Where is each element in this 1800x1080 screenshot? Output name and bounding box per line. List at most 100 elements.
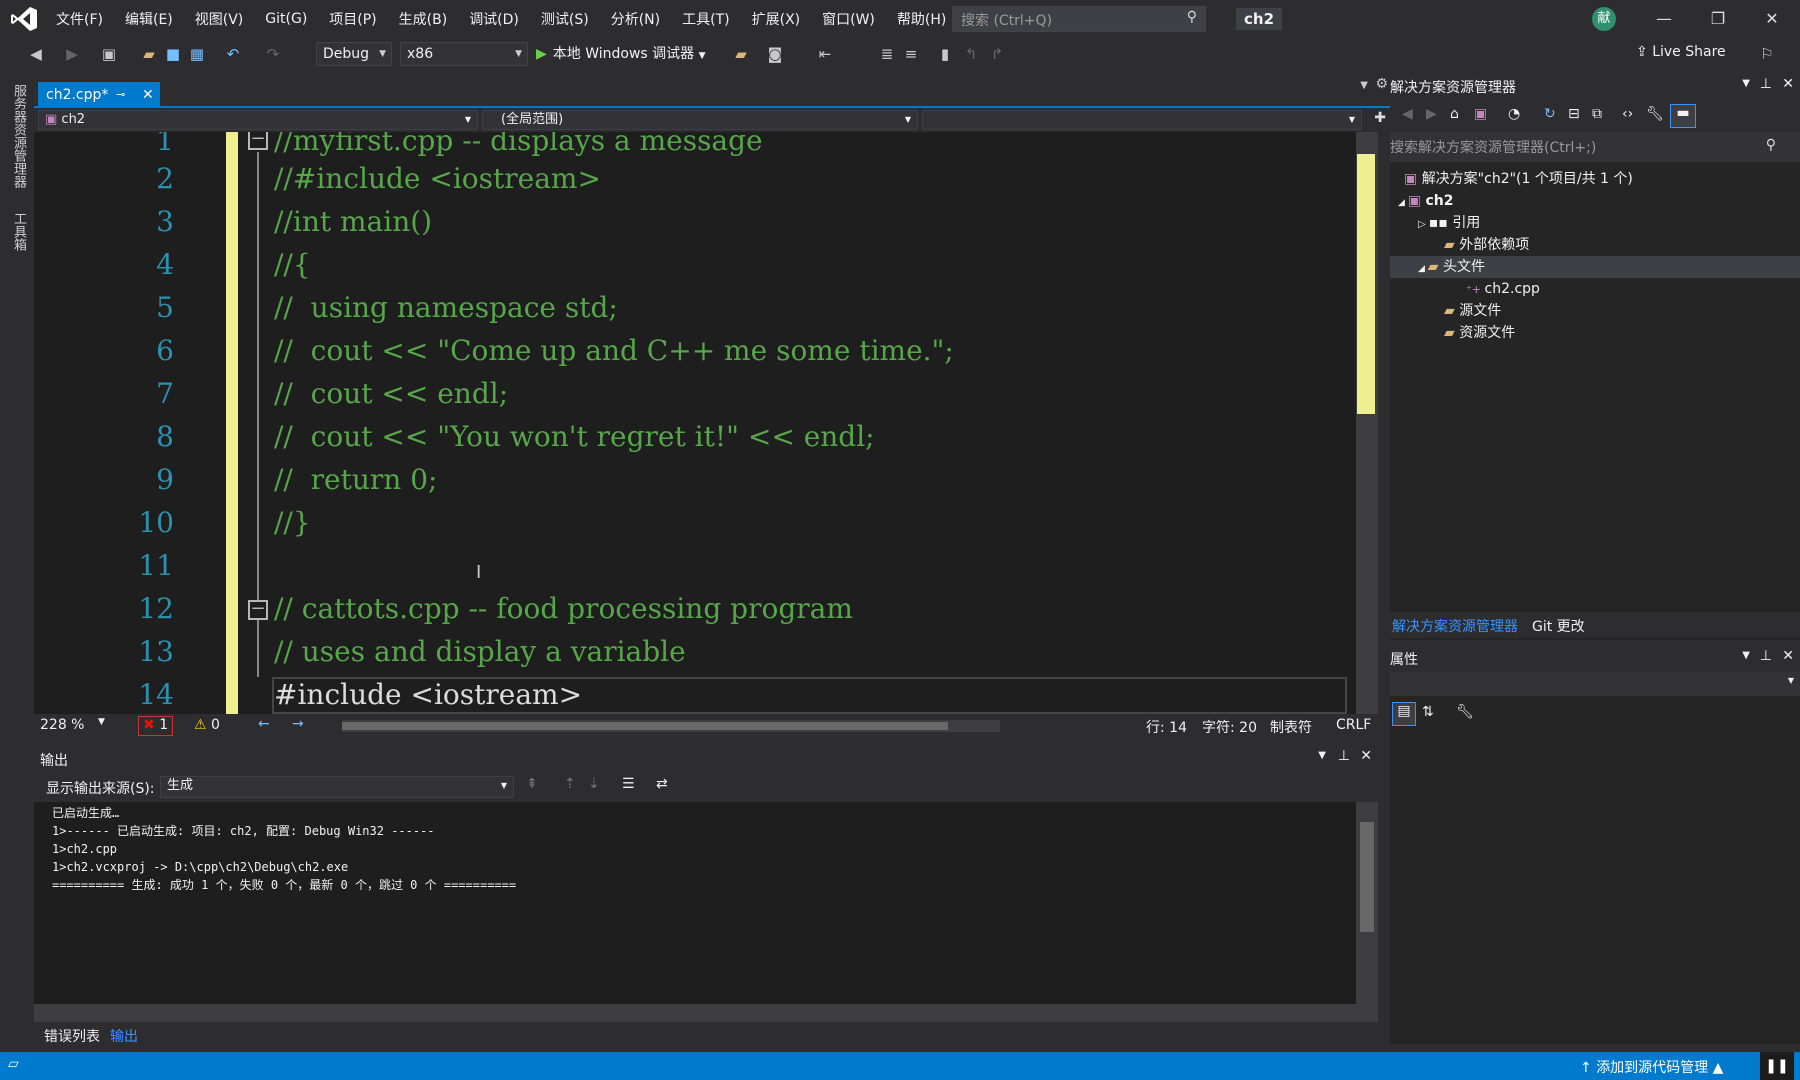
prev-bookmark-icon[interactable]: ↰ (960, 42, 982, 66)
start-debugging-button[interactable]: ▶ 本地 Windows 调试器 ▼ (536, 42, 706, 66)
step-icon[interactable]: ⇤ (814, 42, 836, 66)
tab-git-changes[interactable]: Git 更改 (1532, 616, 1585, 636)
collapse-icon[interactable]: − (248, 132, 268, 150)
zoom-level[interactable]: 228 % (40, 717, 84, 733)
new-project-icon[interactable]: ▣ (98, 42, 120, 66)
search-box[interactable]: 搜索 (Ctrl+Q) ⚲ (952, 6, 1206, 32)
scope-dropdown[interactable]: (全局范围) ▼ (482, 110, 918, 130)
feedback-icon[interactable]: ⚐ (1756, 42, 1778, 66)
visual-studio-logo-icon[interactable] (10, 6, 38, 32)
close-icon[interactable]: ✕ (1782, 76, 1794, 92)
menu-help[interactable]: 帮助(H) (886, 9, 957, 29)
switch-view-icon[interactable]: ▣ (1474, 106, 1487, 122)
close-icon[interactable]: ✕ (1360, 748, 1372, 764)
code-view-icon[interactable]: ‹› (1622, 106, 1633, 122)
tree-references[interactable]: ▷ ▪▪ 引用 (1418, 212, 1480, 234)
refresh-icon[interactable]: ↻ (1544, 106, 1556, 122)
menu-view[interactable]: 视图(V) (184, 9, 255, 29)
gear-icon[interactable]: ⚙ (1375, 76, 1388, 92)
chevron-down-icon[interactable]: ▼ (1742, 650, 1750, 661)
source-control-button[interactable]: ↑ 添加到源代码管理 ▲ (1580, 1057, 1723, 1077)
output-text[interactable]: 已启动生成… 1>------ 已启动生成: 项目: ch2, 配置: Debug… (34, 802, 1356, 1004)
forward-icon[interactable]: ▶ (1426, 106, 1437, 122)
comment-icon[interactable]: ≡ (900, 42, 922, 66)
pause-icon[interactable]: ❚❚ (1760, 1052, 1794, 1080)
restore-icon[interactable]: ❐ (1692, 4, 1744, 34)
menu-file[interactable]: 文件(F) (45, 9, 114, 29)
horizontal-scrollbar[interactable] (342, 720, 1000, 732)
tab-solution-explorer[interactable]: 解决方案资源管理器 (1392, 616, 1518, 636)
split-icon[interactable]: ✚ (1374, 110, 1386, 126)
close-icon[interactable]: ✕ (1746, 4, 1798, 34)
solution-search[interactable]: 搜索解决方案资源管理器(Ctrl+;) ⚲ (1390, 132, 1800, 162)
arrow-left-icon[interactable]: ← (258, 716, 270, 732)
scroll-thumb[interactable] (1357, 154, 1375, 414)
pin-icon[interactable]: ⊸ (116, 82, 125, 108)
tree-project[interactable]: ◢ ▣ ch2 (1398, 190, 1454, 212)
save-all-icon[interactable]: ▦ (186, 42, 208, 66)
back-icon[interactable]: ◀ (26, 42, 46, 66)
history-icon[interactable]: ◔ (1508, 106, 1520, 122)
collapse-all-icon[interactable]: ⊟ (1568, 106, 1580, 122)
tree-external-deps[interactable]: ▰ 外部依赖项 (1444, 234, 1529, 256)
home-icon[interactable]: ⌂ (1450, 106, 1459, 122)
menu-project[interactable]: 项目(P) (318, 9, 387, 29)
error-indicator[interactable]: ✖ 1 (138, 716, 174, 736)
close-icon[interactable]: ✕ (1782, 648, 1794, 664)
editor-vertical-scrollbar[interactable] (1356, 132, 1378, 714)
wrench-icon[interactable]: 🔧︎ (1646, 106, 1664, 122)
save-icon[interactable]: ■ (162, 42, 184, 66)
tree-header-files[interactable]: ◢ ▰ 头文件 (1390, 256, 1800, 278)
menu-test[interactable]: 测试(S) (530, 9, 600, 29)
tab-ch2-cpp[interactable]: ch2.cpp* ⊸ ✕ (38, 82, 160, 108)
screenshot-icon[interactable]: ◙ (764, 42, 786, 66)
menu-debug[interactable]: 调试(D) (458, 9, 530, 29)
output-source-dropdown[interactable]: 生成 ▼ (160, 776, 514, 798)
chevron-down-icon[interactable]: ▼ (1360, 80, 1368, 91)
pin-icon[interactable]: ⊥ (1760, 76, 1772, 92)
menu-analyze[interactable]: 分析(N) (600, 9, 671, 29)
scroll-thumb[interactable] (342, 722, 948, 730)
config-dropdown[interactable]: Debug ▼ (316, 42, 392, 66)
bookmark-icon[interactable]: ▮ (934, 42, 956, 66)
tab-error-list[interactable]: 错误列表 (44, 1026, 100, 1046)
chevron-down-icon[interactable]: ▼ (1318, 750, 1326, 761)
collapse-icon[interactable]: − (248, 600, 268, 620)
preview-icon[interactable]: ▬ (1670, 104, 1696, 128)
undo-icon[interactable]: ↶ (222, 42, 244, 66)
close-tab-icon[interactable]: ✕ (142, 82, 154, 108)
next-message-icon[interactable]: ⇣ (588, 776, 600, 792)
next-bookmark-icon[interactable]: ↱ (986, 42, 1008, 66)
menu-tools[interactable]: 工具(T) (671, 9, 740, 29)
redo-icon[interactable]: ↷ (262, 42, 284, 66)
open-folder-icon[interactable]: ▰ (138, 42, 160, 66)
tree-source-files[interactable]: ▰ 源文件 (1444, 300, 1501, 322)
menu-window[interactable]: 窗口(W) (811, 9, 886, 29)
forward-icon[interactable]: ▶ (62, 42, 82, 66)
minimize-icon[interactable]: — (1638, 4, 1690, 34)
avatar[interactable]: 献 (1592, 7, 1616, 31)
output-vertical-scrollbar[interactable] (1356, 802, 1378, 1004)
pin-icon[interactable]: ⊥ (1760, 648, 1772, 664)
chevron-down-icon[interactable]: ▼ (98, 717, 105, 727)
line-ending[interactable]: CRLF (1336, 717, 1371, 733)
property-pages-icon[interactable]: 🔧︎ (1456, 704, 1474, 720)
live-share-button[interactable]: ⇪ Live Share (1636, 44, 1726, 60)
alphabetical-icon[interactable]: ⇅ (1422, 704, 1434, 720)
clear-all-icon[interactable]: ☰ (622, 776, 635, 792)
back-icon[interactable]: ◀ (1402, 106, 1413, 122)
server-explorer-tab[interactable]: 服务器资源管理器 (8, 84, 28, 188)
categorized-icon[interactable]: ▤ (1392, 702, 1416, 726)
show-all-files-icon[interactable]: ⧉ (1592, 106, 1602, 122)
member-dropdown[interactable]: ▼ (922, 110, 1362, 130)
menu-extensions[interactable]: 扩展(X) (741, 9, 812, 29)
find-message-icon[interactable]: ⇞ (526, 776, 538, 792)
tree-solution[interactable]: ▣ 解决方案"ch2"(1 个项目/共 1 个) (1404, 168, 1633, 190)
tab-output[interactable]: 输出 (110, 1026, 138, 1046)
pin-icon[interactable]: ⊥ (1338, 748, 1350, 764)
properties-object-dropdown[interactable]: ▼ (1390, 672, 1800, 696)
menu-git[interactable]: Git(G) (254, 11, 318, 27)
warning-indicator[interactable]: ⚠ 0 (194, 717, 220, 733)
browse-icon[interactable]: ▰ (730, 42, 752, 66)
platform-dropdown[interactable]: x86 ▼ (400, 42, 528, 66)
